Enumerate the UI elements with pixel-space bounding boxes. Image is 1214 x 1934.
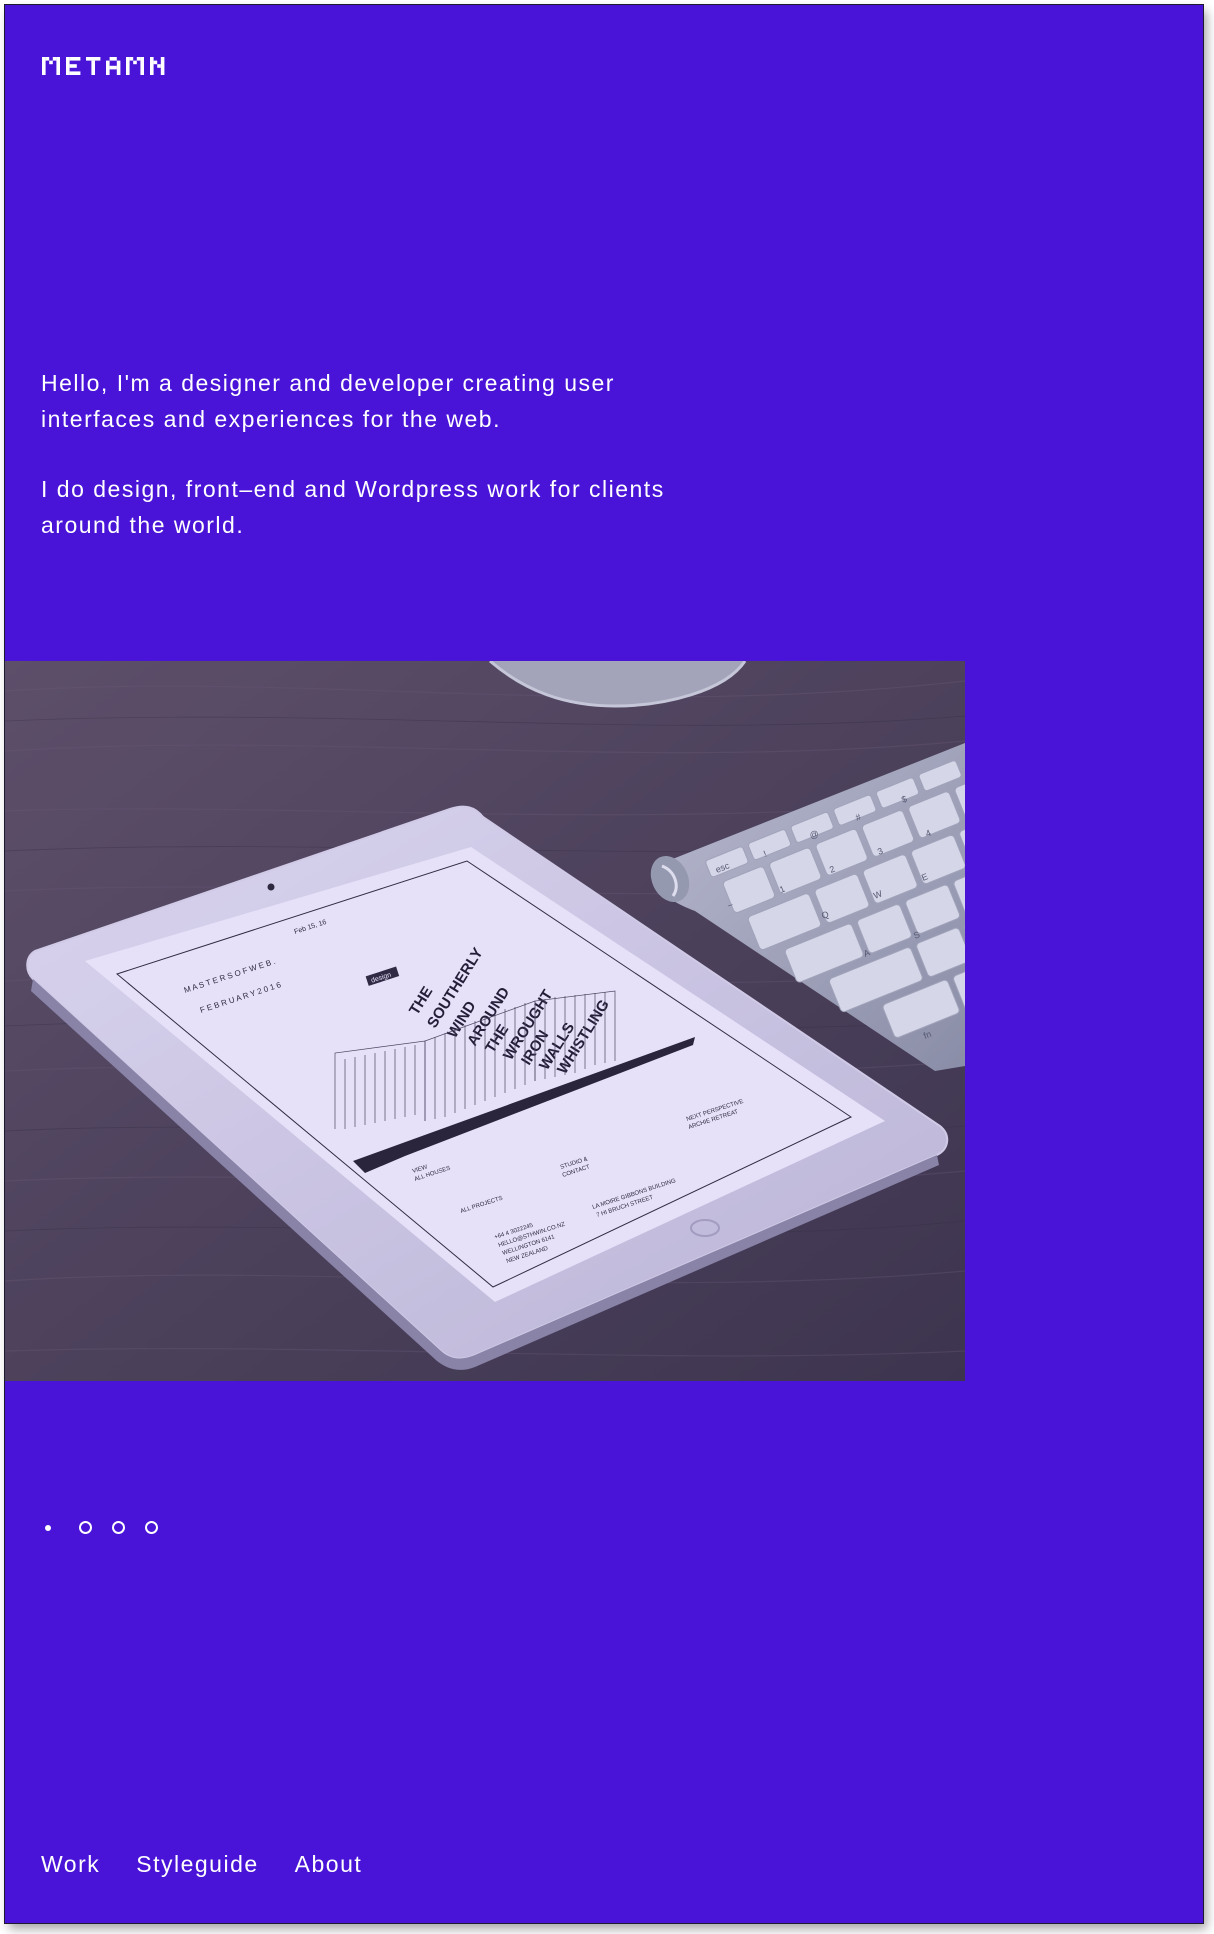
nav-link-work[interactable]: Work [41,1851,100,1878]
footer-nav: Work Styleguide About [41,1851,362,1878]
carousel-dot[interactable] [145,1521,158,1534]
hero-image: esc ! @ # $ ~ 1 2 3 4 Q W E A S fn Feb 1… [5,661,965,1381]
carousel-dot[interactable] [112,1521,125,1534]
nav-link-styleguide[interactable]: Styleguide [136,1851,258,1878]
logo-wordmark [42,57,165,75]
nav-link-about[interactable]: About [295,1851,363,1878]
carousel-dot-active[interactable] [45,1524,51,1531]
carousel-dot[interactable] [79,1521,92,1534]
carousel-pagination [45,1521,158,1534]
intro-paragraph: Hello, I'm a designer and developer crea… [41,370,615,432]
page-frame: Hello, I'm a designer and developer crea… [5,5,1203,1923]
intro-paragraph: I do design, front–end and Wordpress wor… [41,476,665,538]
intro-text: Hello, I'm a designer and developer crea… [41,365,681,577]
site-logo[interactable] [42,53,192,83]
